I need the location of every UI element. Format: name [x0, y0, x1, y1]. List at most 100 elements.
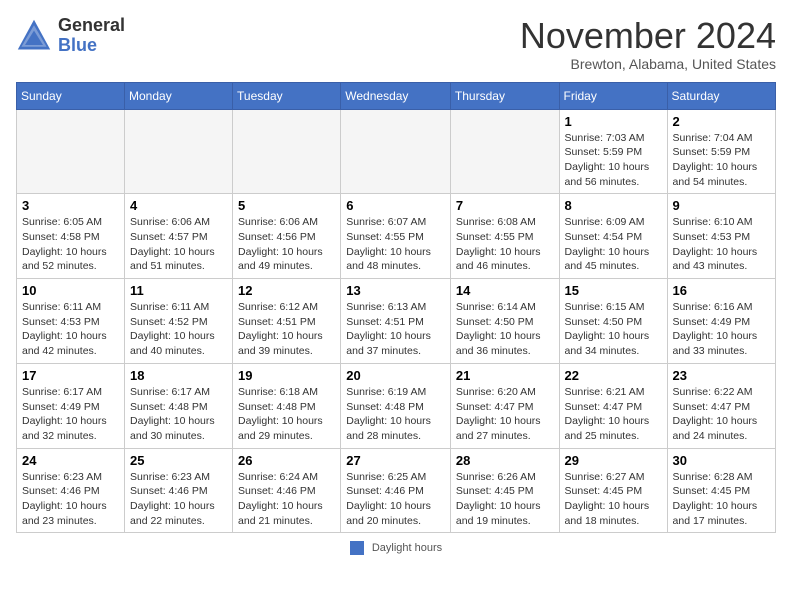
weekday-header-row: SundayMondayTuesdayWednesdayThursdayFrid…	[17, 82, 776, 109]
day-info: Sunrise: 6:26 AMSunset: 4:45 PMDaylight:…	[456, 470, 554, 529]
day-info: Sunrise: 6:12 AMSunset: 4:51 PMDaylight:…	[238, 300, 335, 359]
day-info: Sunrise: 6:10 AMSunset: 4:53 PMDaylight:…	[673, 215, 770, 274]
day-info: Sunrise: 6:18 AMSunset: 4:48 PMDaylight:…	[238, 385, 335, 444]
calendar-footer: Daylight hours	[16, 541, 776, 555]
calendar-day-cell: 10 Sunrise: 6:11 AMSunset: 4:53 PMDayligh…	[17, 279, 125, 364]
calendar-day-cell: 25Sunrise: 6:23 AMSunset: 4:46 PMDayligh…	[125, 448, 233, 533]
day-info: Sunrise: 6:07 AMSunset: 4:55 PMDaylight:…	[346, 215, 445, 274]
day-info: Sunrise: 6:28 AMSunset: 4:45 PMDaylight:…	[673, 470, 770, 529]
legend-box	[350, 541, 364, 555]
day-info: Sunrise: 6:27 AMSunset: 4:45 PMDaylight:…	[565, 470, 662, 529]
weekday-header-cell: Monday	[125, 82, 233, 109]
calendar-week-row: 1Sunrise: 7:03 AMSunset: 5:59 PMDaylight…	[17, 109, 776, 194]
calendar-day-cell: 26Sunrise: 6:24 AMSunset: 4:46 PMDayligh…	[233, 448, 341, 533]
calendar-day-cell	[450, 109, 559, 194]
calendar-day-cell: 27Sunrise: 6:25 AMSunset: 4:46 PMDayligh…	[341, 448, 451, 533]
calendar-week-row: 3 Sunrise: 6:05 AMSunset: 4:58 PMDaylight…	[17, 194, 776, 279]
day-info: Sunrise: 6:15 AMSunset: 4:50 PMDaylight:…	[565, 300, 662, 359]
weekday-header-cell: Saturday	[667, 82, 775, 109]
day-info: Sunrise: 6:09 AMSunset: 4:54 PMDaylight:…	[565, 215, 662, 274]
weekday-header-cell: Friday	[559, 82, 667, 109]
day-info: Sunrise: 6:05 AMSunset: 4:58 PMDaylight:…	[22, 215, 119, 274]
day-number: 20	[346, 368, 445, 383]
day-number: 13	[346, 283, 445, 298]
calendar-day-cell: 3 Sunrise: 6:05 AMSunset: 4:58 PMDaylight…	[17, 194, 125, 279]
calendar-body: 1Sunrise: 7:03 AMSunset: 5:59 PMDaylight…	[17, 109, 776, 533]
day-info: Sunrise: 6:17 AMSunset: 4:48 PMDaylight:…	[130, 385, 227, 444]
day-number: 14	[456, 283, 554, 298]
calendar-day-cell: 19 Sunrise: 6:18 AMSunset: 4:48 PMDayligh…	[233, 363, 341, 448]
calendar-day-cell: 30Sunrise: 6:28 AMSunset: 4:45 PMDayligh…	[667, 448, 775, 533]
day-number: 8	[565, 198, 662, 213]
day-number: 22	[565, 368, 662, 383]
day-info: Sunrise: 6:11 AMSunset: 4:53 PMDaylight:…	[22, 300, 119, 359]
day-info: Sunrise: 6:17 AMSunset: 4:49 PMDaylight:…	[22, 385, 119, 444]
day-info: Sunrise: 7:04 AMSunset: 5:59 PMDaylight:…	[673, 131, 770, 190]
day-number: 19	[238, 368, 335, 383]
calendar-day-cell: 24Sunrise: 6:23 AMSunset: 4:46 PMDayligh…	[17, 448, 125, 533]
day-number: 4	[130, 198, 227, 213]
month-title: November 2024	[520, 16, 776, 56]
day-info: Sunrise: 6:21 AMSunset: 4:47 PMDaylight:…	[565, 385, 662, 444]
day-number: 10	[22, 283, 119, 298]
weekday-header-cell: Thursday	[450, 82, 559, 109]
calendar-day-cell: 21Sunrise: 6:20 AMSunset: 4:47 PMDayligh…	[450, 363, 559, 448]
day-number: 11	[130, 283, 227, 298]
calendar-day-cell: 23 Sunrise: 6:22 AMSunset: 4:47 PMDayligh…	[667, 363, 775, 448]
day-info: Sunrise: 6:11 AMSunset: 4:52 PMDaylight:…	[130, 300, 227, 359]
calendar-day-cell: 28 Sunrise: 6:26 AMSunset: 4:45 PMDayligh…	[450, 448, 559, 533]
day-info: Sunrise: 6:16 AMSunset: 4:49 PMDaylight:…	[673, 300, 770, 359]
day-number: 23	[673, 368, 770, 383]
day-number: 29	[565, 453, 662, 468]
day-number: 15	[565, 283, 662, 298]
calendar-day-cell: 5Sunrise: 6:06 AMSunset: 4:56 PMDaylight…	[233, 194, 341, 279]
day-info: Sunrise: 6:08 AMSunset: 4:55 PMDaylight:…	[456, 215, 554, 274]
legend-label: Daylight hours	[372, 542, 442, 554]
day-number: 28	[456, 453, 554, 468]
calendar-day-cell: 14Sunrise: 6:14 AMSunset: 4:50 PMDayligh…	[450, 279, 559, 364]
calendar-day-cell: 13Sunrise: 6:13 AMSunset: 4:51 PMDayligh…	[341, 279, 451, 364]
calendar-day-cell: 8 Sunrise: 6:09 AMSunset: 4:54 PMDaylight…	[559, 194, 667, 279]
calendar-day-cell: 4 Sunrise: 6:06 AMSunset: 4:57 PMDaylight…	[125, 194, 233, 279]
calendar-table: SundayMondayTuesdayWednesdayThursdayFrid…	[16, 82, 776, 534]
page-header: General Blue November 2024 Brewton, Alab…	[16, 16, 776, 72]
calendar-day-cell	[233, 109, 341, 194]
calendar-day-cell: 16 Sunrise: 6:16 AMSunset: 4:49 PMDayligh…	[667, 279, 775, 364]
day-info: Sunrise: 6:22 AMSunset: 4:47 PMDaylight:…	[673, 385, 770, 444]
calendar-day-cell: 6 Sunrise: 6:07 AMSunset: 4:55 PMDaylight…	[341, 194, 451, 279]
day-number: 2	[673, 114, 770, 129]
calendar-day-cell: 15 Sunrise: 6:15 AMSunset: 4:50 PMDayligh…	[559, 279, 667, 364]
day-info: Sunrise: 6:06 AMSunset: 4:57 PMDaylight:…	[130, 215, 227, 274]
day-info: Sunrise: 6:06 AMSunset: 4:56 PMDaylight:…	[238, 215, 335, 274]
day-number: 16	[673, 283, 770, 298]
calendar-day-cell: 29 Sunrise: 6:27 AMSunset: 4:45 PMDayligh…	[559, 448, 667, 533]
calendar-day-cell: 18Sunrise: 6:17 AMSunset: 4:48 PMDayligh…	[125, 363, 233, 448]
location: Brewton, Alabama, United States	[520, 56, 776, 72]
calendar-day-cell: 22 Sunrise: 6:21 AMSunset: 4:47 PMDayligh…	[559, 363, 667, 448]
day-info: Sunrise: 6:24 AMSunset: 4:46 PMDaylight:…	[238, 470, 335, 529]
calendar-day-cell: 1Sunrise: 7:03 AMSunset: 5:59 PMDaylight…	[559, 109, 667, 194]
day-number: 3	[22, 198, 119, 213]
calendar-day-cell: 12 Sunrise: 6:12 AMSunset: 4:51 PMDayligh…	[233, 279, 341, 364]
calendar-day-cell	[341, 109, 451, 194]
title-block: November 2024 Brewton, Alabama, United S…	[520, 16, 776, 72]
calendar-week-row: 17Sunrise: 6:17 AMSunset: 4:49 PMDayligh…	[17, 363, 776, 448]
day-info: Sunrise: 6:23 AMSunset: 4:46 PMDaylight:…	[22, 470, 119, 529]
logo: General Blue	[16, 16, 125, 56]
weekday-header-cell: Tuesday	[233, 82, 341, 109]
calendar-day-cell: 20Sunrise: 6:19 AMSunset: 4:48 PMDayligh…	[341, 363, 451, 448]
day-info: Sunrise: 7:03 AMSunset: 5:59 PMDaylight:…	[565, 131, 662, 190]
day-info: Sunrise: 6:20 AMSunset: 4:47 PMDaylight:…	[456, 385, 554, 444]
day-number: 9	[673, 198, 770, 213]
calendar-day-cell: 2 Sunrise: 7:04 AMSunset: 5:59 PMDaylight…	[667, 109, 775, 194]
logo-text: General Blue	[58, 16, 125, 56]
day-number: 7	[456, 198, 554, 213]
day-number: 12	[238, 283, 335, 298]
calendar-day-cell: 9 Sunrise: 6:10 AMSunset: 4:53 PMDaylight…	[667, 194, 775, 279]
weekday-header-cell: Sunday	[17, 82, 125, 109]
day-number: 6	[346, 198, 445, 213]
calendar-day-cell	[17, 109, 125, 194]
calendar-week-row: 10 Sunrise: 6:11 AMSunset: 4:53 PMDayligh…	[17, 279, 776, 364]
calendar-day-cell: 17Sunrise: 6:17 AMSunset: 4:49 PMDayligh…	[17, 363, 125, 448]
day-info: Sunrise: 6:23 AMSunset: 4:46 PMDaylight:…	[130, 470, 227, 529]
